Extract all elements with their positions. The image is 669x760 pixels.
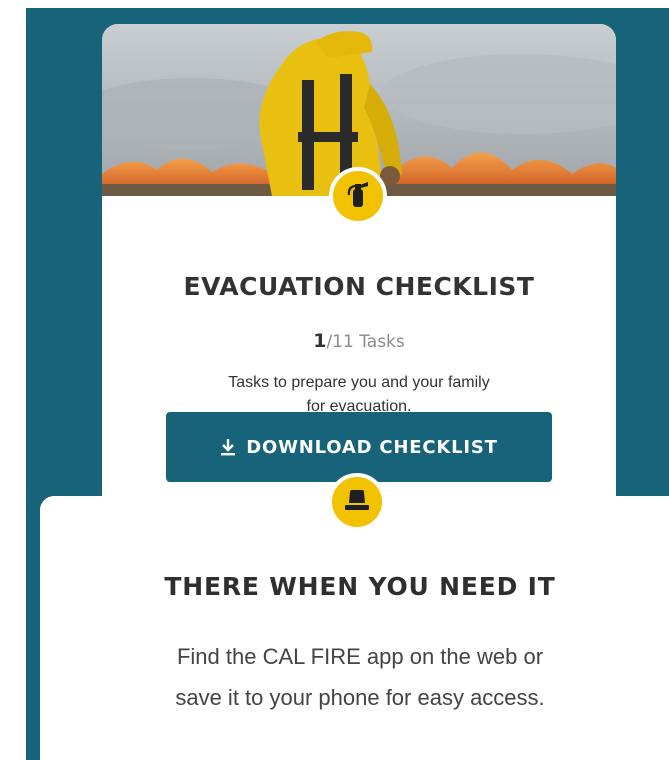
app-info-panel	[40, 496, 669, 760]
app-section-description-line-2: save it to your phone for easy access.	[175, 685, 545, 710]
emergency-beacon-icon	[343, 489, 371, 515]
fire-extinguisher-icon	[344, 179, 372, 213]
task-progress: 1/11 Tasks	[102, 330, 616, 352]
download-icon	[220, 438, 236, 456]
checklist-title: EVACUATION CHECKLIST	[183, 272, 535, 301]
app-section-description: Find the CAL FIRE app on the web or save…	[40, 636, 669, 718]
page: EVACUATION CHECKLIST 1/11 Tasks Tasks to…	[0, 0, 669, 760]
checklist-description-line-1: Tasks to prepare you and your family	[228, 374, 490, 391]
fire-extinguisher-badge	[329, 167, 387, 225]
tasks-total-label: /11 Tasks	[326, 332, 405, 352]
app-section-description-line-1: Find the CAL FIRE app on the web or	[176, 644, 544, 669]
emergency-beacon-badge	[328, 473, 386, 531]
download-checklist-label: DOWNLOAD CHECKLIST	[246, 436, 498, 458]
download-checklist-button[interactable]: DOWNLOAD CHECKLIST	[166, 412, 552, 482]
tasks-completed-count: 1	[313, 330, 327, 352]
app-section-title: THERE WHEN YOU NEED IT	[164, 572, 556, 601]
